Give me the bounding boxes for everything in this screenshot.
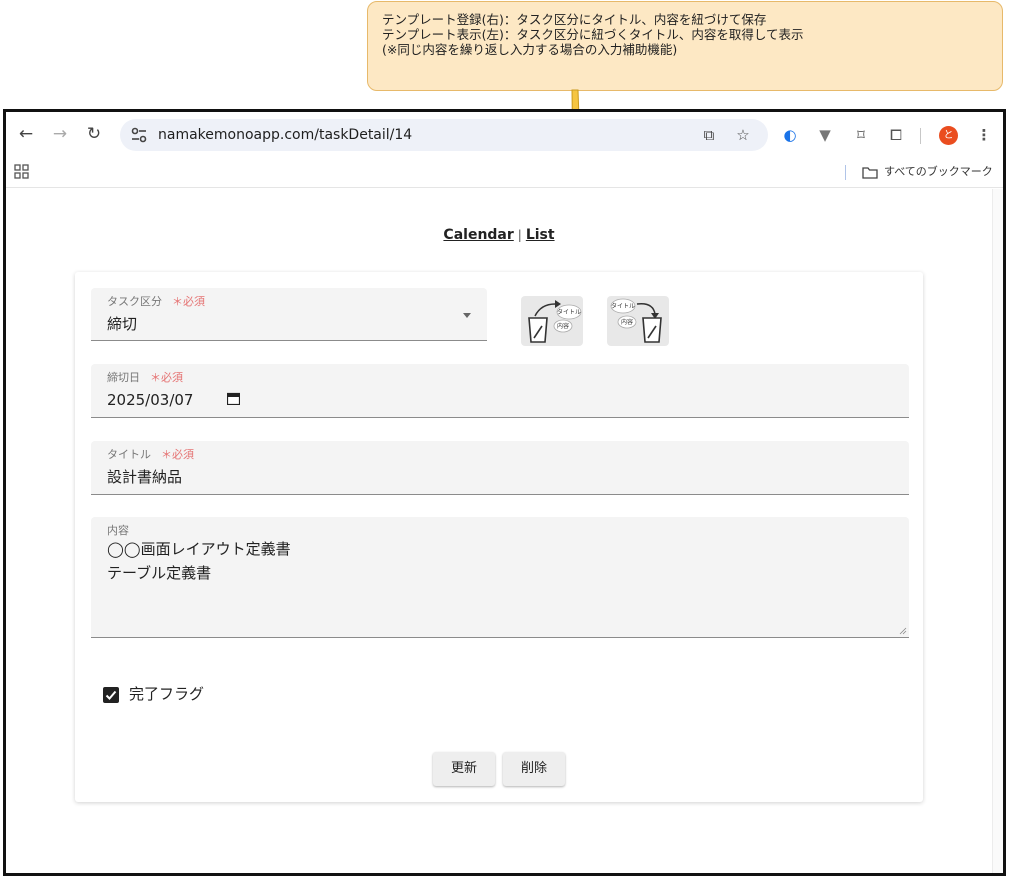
forward-icon[interactable]: → bbox=[50, 124, 70, 144]
apps-grid-icon[interactable] bbox=[14, 164, 30, 180]
bookmark-star-icon[interactable]: ☆ bbox=[734, 126, 752, 144]
task-type-label: タスク区分 ＊必須 bbox=[107, 295, 205, 309]
deadline-date-field[interactable]: 締切日 ＊必須 2025/03/07 bbox=[91, 364, 909, 418]
extension-icon[interactable]: ◐ bbox=[780, 125, 800, 145]
url-text: namakemonoapp.com/taskDetail/14 bbox=[158, 127, 413, 143]
annotation-line: テンプレート表示(左)：タスク区分に紐づくタイトル、内容を取得して表示 bbox=[382, 27, 804, 42]
deadline-label-text: 締切日 bbox=[107, 371, 140, 384]
bookmarks-separator bbox=[845, 165, 846, 180]
update-button[interactable]: 更新 bbox=[433, 752, 495, 786]
task-type-label-text: タスク区分 bbox=[107, 295, 162, 308]
site-settings-icon[interactable] bbox=[130, 126, 148, 144]
extension-v-icon[interactable]: ▼ bbox=[815, 125, 835, 145]
delete-button[interactable]: 削除 bbox=[503, 752, 565, 786]
annotation-callout: テンプレート登録(右)：タスク区分にタイトル、内容を紐づけて保存 テンプレート表… bbox=[367, 1, 1003, 91]
chevron-down-icon bbox=[463, 313, 471, 318]
annotation-line: テンプレート登録(右)：タスク区分にタイトル、内容を紐づけて保存 bbox=[382, 12, 767, 27]
title-field[interactable]: タイトル ＊必須 設計書納品 bbox=[91, 441, 909, 495]
template-register-button[interactable]: タイトル 内容 bbox=[521, 296, 583, 346]
title-label: タイトル ＊必須 bbox=[107, 448, 194, 462]
content-textarea[interactable]: 内容 ◯◯画面レイアウト定義書 テーブル定義書 bbox=[91, 517, 909, 638]
all-bookmarks-link[interactable]: すべてのブックマーク bbox=[884, 164, 993, 180]
page-scrollbar[interactable] bbox=[992, 189, 1003, 873]
top-navigation: Calendar | List bbox=[6, 227, 992, 243]
content-line: ◯◯画面レイアウト定義書 bbox=[107, 540, 291, 558]
template-show-button[interactable]: タイトル 内容 bbox=[607, 296, 669, 346]
reload-icon[interactable]: ↻ bbox=[84, 124, 104, 144]
required-mark: ＊必須 bbox=[172, 295, 205, 308]
done-flag-label: 完了フラグ bbox=[129, 685, 205, 703]
task-detail-card: タスク区分 ＊必須 締切 タイトル 内容 タイトル 内容 締切日 ＊必須 202… bbox=[75, 272, 923, 802]
calendar-link[interactable]: Calendar bbox=[443, 227, 513, 243]
screenshot-icon[interactable]: ⌑ bbox=[851, 125, 871, 145]
task-type-value: 締切 bbox=[107, 315, 138, 333]
menu-kebab-icon[interactable]: ⋮ bbox=[974, 125, 994, 145]
page-content: Calendar | List タスク区分 ＊必須 締切 タイトル 内容 タイト… bbox=[6, 189, 992, 873]
calendar-icon[interactable] bbox=[227, 392, 240, 405]
show-tag-title: タイトル bbox=[611, 302, 635, 310]
task-type-select[interactable]: タスク区分 ＊必須 締切 bbox=[91, 288, 487, 341]
register-tag-title: タイトル bbox=[557, 308, 581, 316]
done-flag-checkbox[interactable] bbox=[103, 687, 119, 703]
deadline-label: 締切日 ＊必須 bbox=[107, 371, 183, 385]
bookmarks-bar: すべてのブックマーク bbox=[6, 158, 1003, 188]
content-line: テーブル定義書 bbox=[107, 564, 212, 582]
required-mark: ＊必須 bbox=[150, 371, 183, 384]
title-label-text: タイトル bbox=[107, 448, 151, 461]
list-link[interactable]: List bbox=[526, 227, 555, 243]
extensions-puzzle-icon[interactable]: ⧠ bbox=[886, 125, 906, 145]
resize-handle-icon[interactable] bbox=[899, 627, 907, 635]
template-register-icon: タイトル 内容 bbox=[528, 300, 582, 343]
translate-icon[interactable]: ⧉ bbox=[700, 126, 718, 144]
show-tag-content: 内容 bbox=[621, 318, 633, 326]
toolbar-separator bbox=[920, 128, 921, 144]
folder-icon bbox=[862, 167, 878, 179]
template-show-icon: タイトル 内容 bbox=[610, 298, 662, 343]
browser-toolbar: ← → ↻ namakemonoapp.com/taskDetail/14 ⧉ … bbox=[6, 112, 1003, 158]
title-value: 設計書納品 bbox=[107, 468, 183, 486]
profile-avatar[interactable]: と bbox=[939, 126, 958, 145]
register-tag-content: 内容 bbox=[557, 322, 569, 330]
address-bar[interactable]: namakemonoapp.com/taskDetail/14 ⧉ ☆ bbox=[120, 119, 768, 151]
content-label: 内容 bbox=[107, 524, 129, 537]
browser-window: ← → ↻ namakemonoapp.com/taskDetail/14 ⧉ … bbox=[3, 109, 1006, 876]
checkmark-icon bbox=[105, 690, 117, 700]
required-mark: ＊必須 bbox=[161, 448, 194, 461]
annotation-line: (※同じ内容を繰り返し入力する場合の入力補助機能) bbox=[382, 42, 678, 57]
nav-separator: | bbox=[517, 228, 522, 242]
deadline-value: 2025/03/07 bbox=[107, 391, 194, 409]
back-icon[interactable]: ← bbox=[16, 124, 36, 144]
